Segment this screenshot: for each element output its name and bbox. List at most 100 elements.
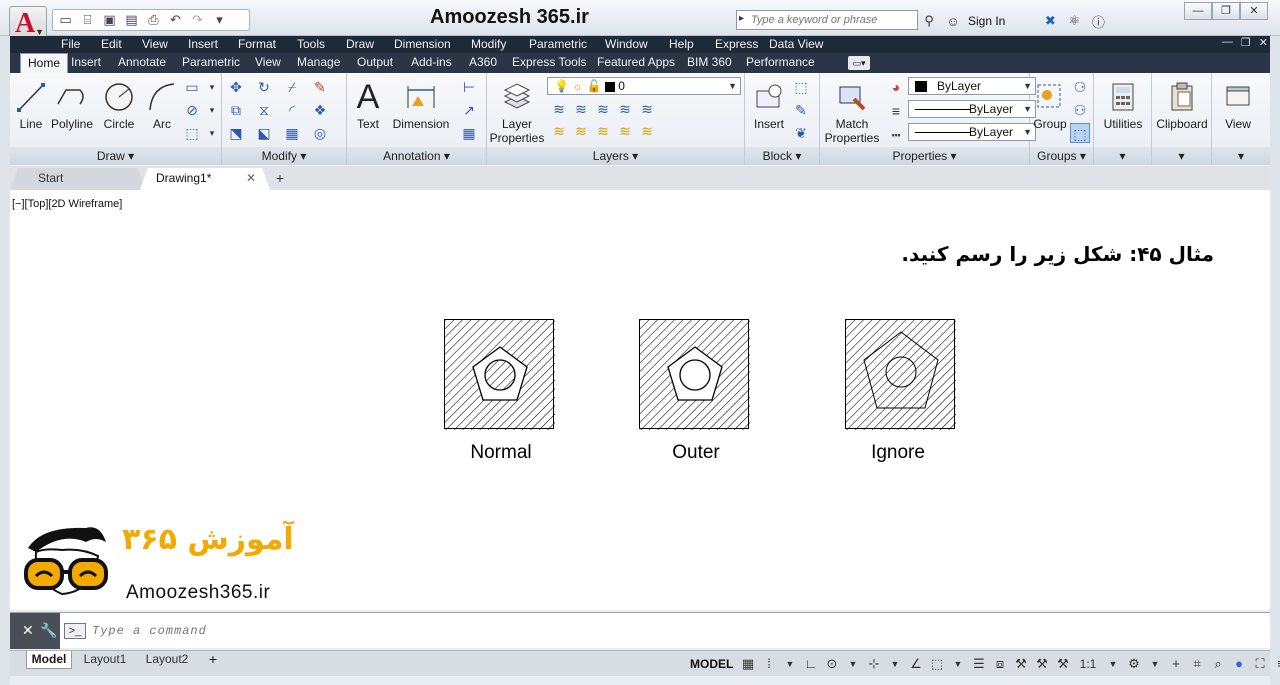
save-icon[interactable]: ▣ xyxy=(101,12,118,28)
ortho-icon[interactable]: ∟ xyxy=(803,656,819,674)
a360-icon[interactable]: ⚛ xyxy=(1065,13,1083,29)
polyline-tool[interactable]: Polyline xyxy=(50,77,94,131)
layers-panel-title[interactable]: Layers ▾ xyxy=(487,147,744,165)
menu-dimension[interactable]: Dimension xyxy=(394,36,451,52)
layer-unlock-icon[interactable]: ≋ xyxy=(615,121,635,141)
menu-file[interactable]: File xyxy=(61,36,80,52)
clipboard-tool[interactable]: Clipboard xyxy=(1154,77,1210,131)
move-icon[interactable]: ✥ xyxy=(226,77,246,97)
ribbon-minimize-toggle[interactable]: ▭▾ xyxy=(848,56,870,70)
menu-modify[interactable]: Modify xyxy=(471,36,506,52)
tab-bim-360[interactable]: BIM 360 xyxy=(687,53,732,73)
tab-performance[interactable]: Performance xyxy=(746,53,815,73)
tab-insert[interactable]: Insert xyxy=(71,53,101,73)
menu-parametric[interactable]: Parametric xyxy=(529,36,587,52)
annotation-panel-title[interactable]: Annotation ▾ xyxy=(347,147,486,165)
chevron-down-icon[interactable]: ▼ xyxy=(782,656,798,674)
doc-restore-icon[interactable]: ❐ xyxy=(1241,36,1251,49)
insert-block-tool[interactable]: Insert xyxy=(749,77,789,131)
exchange-icon[interactable]: ✖ xyxy=(1041,13,1059,29)
chevron-down-icon[interactable]: ▼ xyxy=(950,656,966,674)
search-input[interactable] xyxy=(751,12,915,28)
print-icon[interactable]: ⎙ xyxy=(145,12,162,28)
command-line-grip[interactable]: ✕ 🔧 xyxy=(10,613,60,649)
linetype-icon[interactable]: ┅ xyxy=(886,125,906,145)
model-space-toggle[interactable]: MODEL xyxy=(690,655,733,673)
layout-tab-layout1[interactable]: Layout1 xyxy=(76,651,134,669)
menu-edit[interactable]: Edit xyxy=(101,36,122,52)
chevron-down-icon[interactable]: ▾ xyxy=(202,123,222,143)
customize-icon[interactable]: ≡ xyxy=(1273,656,1280,674)
chevron-down-icon[interactable]: ▾ xyxy=(202,100,222,120)
explode-icon[interactable]: ❖ xyxy=(310,100,330,120)
layer-walk-icon[interactable]: ≋ xyxy=(593,121,613,141)
arc-tool[interactable]: Arc xyxy=(146,77,178,131)
mirror-icon[interactable]: ⧖ xyxy=(254,100,274,120)
block-panel-title[interactable]: Block ▾ xyxy=(745,147,819,165)
layout-tab-model[interactable]: Model xyxy=(26,651,72,669)
layer-match-icon[interactable]: ≋ xyxy=(549,121,569,141)
redo-icon[interactable]: ↷ xyxy=(189,12,206,28)
binoculars-icon[interactable]: ⚲ xyxy=(920,13,938,29)
copy-icon[interactable]: ⧉ xyxy=(226,100,246,120)
create-block-icon[interactable]: ⬚ xyxy=(791,77,811,97)
menu-tools[interactable]: Tools xyxy=(297,36,325,52)
layer-state-icon[interactable]: ≋ xyxy=(549,99,569,119)
properties-panel-title[interactable]: Properties ▾ xyxy=(820,147,1029,165)
clean-screen-icon[interactable]: ⛶ xyxy=(1252,656,1268,674)
chevron-down-icon[interactable]: ▾ xyxy=(202,77,222,97)
chevron-right-icon[interactable]: ▸ xyxy=(739,13,744,24)
application-menu-button[interactable]: A ▼ xyxy=(9,6,47,40)
linear-dimension-icon[interactable]: ⊢ xyxy=(459,77,479,97)
utilities-tool[interactable]: Utilities xyxy=(1098,77,1148,131)
new-icon[interactable]: ▭ xyxy=(57,12,74,28)
layout-tab-layout2[interactable]: Layout2 xyxy=(138,651,196,669)
doc-close-icon[interactable]: ✕ xyxy=(1259,36,1268,49)
linetype-dropdown[interactable]: ByLayer ▼ xyxy=(908,100,1036,118)
auto-scale-icon[interactable]: ⚒ xyxy=(1034,656,1050,674)
chevron-down-icon[interactable]: ▼ xyxy=(1105,656,1121,674)
clipboard-expand[interactable]: ▾ xyxy=(1152,147,1211,165)
layer-lock-icon[interactable]: ≋ xyxy=(637,99,657,119)
rotate-icon[interactable]: ↻ xyxy=(254,77,274,97)
tab-parametric[interactable]: Parametric xyxy=(182,53,240,73)
menu-format[interactable]: Format xyxy=(238,36,276,52)
erase-icon[interactable]: ✎ xyxy=(310,77,330,97)
modify-panel-title[interactable]: Modify ▾ xyxy=(222,147,346,165)
osnap-icon[interactable]: ⊹ xyxy=(866,656,882,674)
qat-customize-icon[interactable]: ▾ xyxy=(211,12,228,28)
group-tool[interactable]: Group xyxy=(1032,77,1068,131)
table-icon[interactable]: ▦ xyxy=(459,123,479,143)
minimize-icon[interactable]: — xyxy=(1184,2,1212,20)
quick-properties-icon[interactable]: ⌕ xyxy=(1210,656,1226,674)
menu-insert[interactable]: Insert xyxy=(188,36,218,52)
hatch-icon[interactable]: ⊘ xyxy=(182,100,202,120)
sign-in-button[interactable]: Sign In xyxy=(968,14,1005,28)
menu-window[interactable]: Window xyxy=(605,36,648,52)
command-input[interactable] xyxy=(92,622,792,640)
close-icon[interactable]: ✕ xyxy=(22,622,34,639)
stretch-icon[interactable]: ⬔ xyxy=(226,123,246,143)
tab-add-ins[interactable]: Add-ins xyxy=(411,53,452,73)
menu-view[interactable]: View xyxy=(142,36,168,52)
add-layout-button[interactable]: + xyxy=(204,651,222,669)
utilities-expand[interactable]: ▾ xyxy=(1094,147,1151,165)
draw-panel-title[interactable]: Draw ▾ xyxy=(10,147,221,165)
menu-draw[interactable]: Draw xyxy=(346,36,374,52)
layer-dropdown[interactable]: 💡 ☼ 🔓 0 ▼ xyxy=(547,77,741,95)
tab-express-tools[interactable]: Express Tools xyxy=(512,53,586,73)
match-properties-tool[interactable]: Match Properties xyxy=(824,77,880,145)
menu-express[interactable]: Express xyxy=(715,36,758,52)
close-icon[interactable]: ✕ xyxy=(246,168,256,188)
layer-off-icon[interactable]: ≋ xyxy=(593,99,613,119)
annotation-scale-icon[interactable]: ⚒ xyxy=(1055,656,1071,674)
trim-icon[interactable]: ⌿ xyxy=(282,77,302,97)
rectangle-icon[interactable]: ▭ xyxy=(182,77,202,97)
tab-manage[interactable]: Manage xyxy=(297,53,340,73)
groups-panel-title[interactable]: Groups ▾ xyxy=(1030,147,1093,165)
viewport-controls[interactable]: [−][Top][2D Wireframe] xyxy=(12,198,122,210)
dimension-tool[interactable]: Dimension xyxy=(391,77,451,131)
user-icon[interactable]: ☺ xyxy=(944,14,962,29)
fillet-icon[interactable]: ◜ xyxy=(282,100,302,120)
polar-icon[interactable]: ⊙ xyxy=(824,656,840,674)
